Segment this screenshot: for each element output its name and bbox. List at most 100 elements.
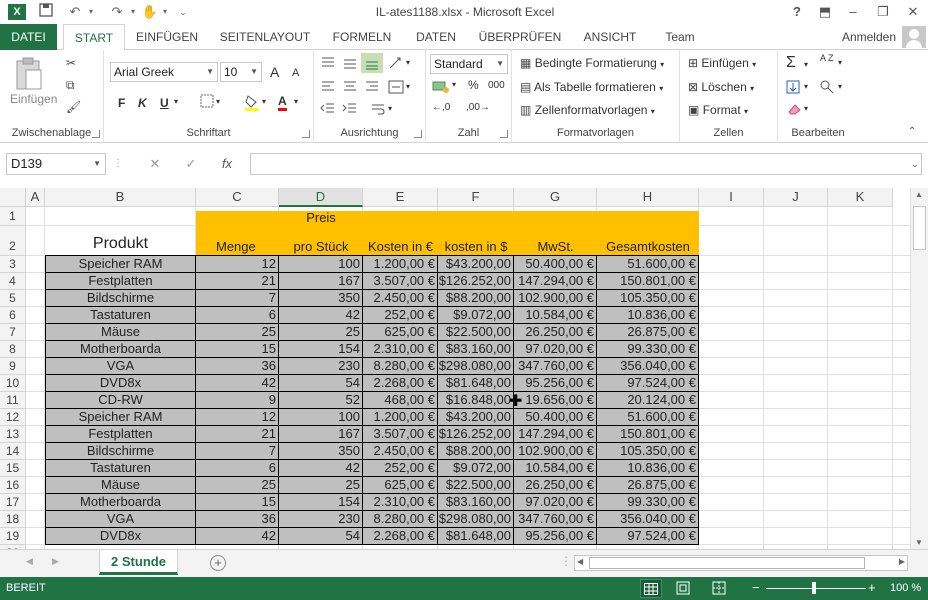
column-header[interactable]: G bbox=[514, 188, 597, 207]
column-header[interactable]: B bbox=[45, 188, 196, 207]
value-cell[interactable]: 350 bbox=[279, 443, 363, 460]
value-cell[interactable]: 102.900,00 € bbox=[514, 290, 597, 307]
value-cell[interactable]: $9.072,00 bbox=[438, 307, 514, 324]
product-cell[interactable]: Festplatten bbox=[45, 426, 196, 443]
prev-sheet-icon[interactable]: ◀ bbox=[26, 556, 33, 567]
header-menge[interactable]: Menge bbox=[196, 239, 279, 254]
autosum-dropdown-icon[interactable]: ▾ bbox=[804, 60, 808, 69]
delete-cells-button[interactable]: ⊠ Löschen ▾ bbox=[688, 80, 754, 94]
minimize-icon[interactable]: – bbox=[842, 2, 864, 22]
value-cell[interactable]: 25 bbox=[196, 477, 279, 494]
number-launcher-icon[interactable] bbox=[500, 130, 508, 138]
value-cell[interactable]: 15 bbox=[196, 341, 279, 358]
format-cells-button[interactable]: ▣ Format ▾ bbox=[688, 103, 748, 117]
value-cell[interactable]: 100 bbox=[279, 256, 363, 273]
value-cell[interactable]: 1.200,00 € bbox=[363, 256, 438, 273]
grow-font-button[interactable]: A bbox=[270, 64, 279, 80]
header-mwst[interactable]: MwSt. bbox=[514, 239, 597, 254]
value-cell[interactable]: 3.507,00 € bbox=[363, 426, 438, 443]
value-cell[interactable]: 51.600,00 € bbox=[597, 409, 699, 426]
find-select-dropdown-icon[interactable]: ▾ bbox=[838, 82, 842, 91]
clear-icon[interactable] bbox=[786, 102, 802, 119]
borders-icon[interactable] bbox=[200, 94, 214, 111]
sort-filter-dropdown-icon[interactable]: ▾ bbox=[838, 58, 842, 67]
value-cell[interactable]: 10.584,00 € bbox=[514, 307, 597, 324]
value-cell[interactable]: 15 bbox=[196, 494, 279, 511]
number-format-select[interactable]: Standard ▼ bbox=[430, 54, 508, 74]
row-header[interactable]: 1 bbox=[0, 207, 26, 226]
zoom-slider[interactable] bbox=[766, 588, 866, 589]
customize-qat-icon[interactable]: ⌄ bbox=[176, 3, 190, 21]
value-cell[interactable]: 12 bbox=[196, 409, 279, 426]
value-cell[interactable]: 26.250,00 € bbox=[514, 477, 597, 494]
avatar[interactable] bbox=[902, 26, 926, 48]
value-cell[interactable]: 2.310,00 € bbox=[363, 341, 438, 358]
copy-icon[interactable]: ⧉ bbox=[66, 78, 75, 93]
touch-mode-icon[interactable]: ✋ bbox=[140, 3, 160, 21]
row-header[interactable]: 14 bbox=[0, 443, 26, 460]
value-cell[interactable]: 356.040,00 € bbox=[597, 511, 699, 528]
value-cell[interactable]: 19.656,00 € bbox=[514, 392, 597, 409]
accounting-dropdown-icon[interactable]: ▾ bbox=[452, 80, 456, 89]
sort-filter-button[interactable]: A Z bbox=[820, 54, 834, 63]
value-cell[interactable]: 52 bbox=[279, 392, 363, 409]
formula-input[interactable] bbox=[250, 153, 922, 175]
column-header[interactable]: J bbox=[764, 188, 828, 207]
header-gesamt[interactable]: Gesamtkosten bbox=[597, 239, 699, 254]
collapse-ribbon-icon[interactable]: ⌃ bbox=[908, 126, 916, 137]
borders-dropdown-icon[interactable]: ▾ bbox=[216, 97, 220, 106]
tab-seitenlayout[interactable]: SEITENLAYOUT bbox=[213, 24, 317, 50]
wrap-text-icon[interactable] bbox=[370, 102, 386, 119]
value-cell[interactable]: 2.450,00 € bbox=[363, 443, 438, 460]
insert-function-button[interactable]: fx bbox=[212, 153, 242, 175]
percent-button[interactable]: % bbox=[468, 78, 479, 92]
shrink-font-button[interactable]: A bbox=[292, 67, 299, 79]
save-icon[interactable] bbox=[36, 3, 56, 21]
value-cell[interactable]: 97.524,00 € bbox=[597, 528, 699, 545]
font-launcher-icon[interactable] bbox=[302, 130, 310, 138]
value-cell[interactable]: 26.250,00 € bbox=[514, 324, 597, 341]
value-cell[interactable]: 25 bbox=[196, 324, 279, 341]
row-header[interactable]: 7 bbox=[0, 324, 26, 341]
orientation-dropdown-icon[interactable]: ▾ bbox=[406, 58, 410, 67]
value-cell[interactable]: 230 bbox=[279, 358, 363, 375]
font-color-dropdown-icon[interactable]: ▾ bbox=[294, 97, 298, 106]
align-right-icon[interactable] bbox=[364, 80, 380, 97]
align-center-icon[interactable] bbox=[342, 80, 358, 97]
autosum-button[interactable]: Σ bbox=[786, 54, 796, 72]
redo-icon[interactable]: ↷ bbox=[106, 3, 128, 21]
row-header[interactable]: 18 bbox=[0, 511, 26, 528]
value-cell[interactable]: 50.400,00 € bbox=[514, 409, 597, 426]
value-cell[interactable]: 252,00 € bbox=[363, 307, 438, 324]
value-cell[interactable]: 97.020,00 € bbox=[514, 341, 597, 358]
header-produkt[interactable]: Produkt bbox=[45, 235, 196, 253]
font-size-select[interactable]: 10 ▼ bbox=[220, 62, 262, 82]
value-cell[interactable]: 42 bbox=[196, 528, 279, 545]
value-cell[interactable]: 21 bbox=[196, 273, 279, 290]
value-cell[interactable]: 54 bbox=[279, 375, 363, 392]
value-cell[interactable]: 350 bbox=[279, 290, 363, 307]
value-cell[interactable]: $88.200,00 bbox=[438, 290, 514, 307]
value-cell[interactable]: 36 bbox=[196, 358, 279, 375]
align-middle-icon[interactable] bbox=[342, 56, 358, 73]
value-cell[interactable]: $9.072,00 bbox=[438, 460, 514, 477]
value-cell[interactable]: 25 bbox=[279, 324, 363, 341]
value-cell[interactable]: 154 bbox=[279, 494, 363, 511]
row-header[interactable]: 17 bbox=[0, 494, 26, 511]
value-cell[interactable]: 167 bbox=[279, 273, 363, 290]
value-cell[interactable]: 42 bbox=[279, 307, 363, 324]
value-cell[interactable]: 10.584,00 € bbox=[514, 460, 597, 477]
tab-daten[interactable]: DATEN bbox=[407, 24, 465, 50]
value-cell[interactable]: 99.330,00 € bbox=[597, 494, 699, 511]
underline-button[interactable]: U bbox=[160, 96, 169, 110]
expand-formula-bar-icon[interactable]: ⌄ bbox=[908, 153, 922, 175]
tab-ueberpruefen[interactable]: ÜBERPRÜFEN bbox=[475, 24, 565, 50]
value-cell[interactable]: 51.600,00 € bbox=[597, 256, 699, 273]
value-cell[interactable]: 7 bbox=[196, 443, 279, 460]
page-break-view-icon[interactable] bbox=[712, 581, 726, 598]
product-cell[interactable]: Bildschirme bbox=[45, 290, 196, 307]
value-cell[interactable]: 147.294,00 € bbox=[514, 426, 597, 443]
value-cell[interactable]: 54 bbox=[279, 528, 363, 545]
normal-view-icon[interactable] bbox=[640, 579, 662, 598]
confirm-entry-button[interactable]: ✓ bbox=[176, 153, 206, 175]
